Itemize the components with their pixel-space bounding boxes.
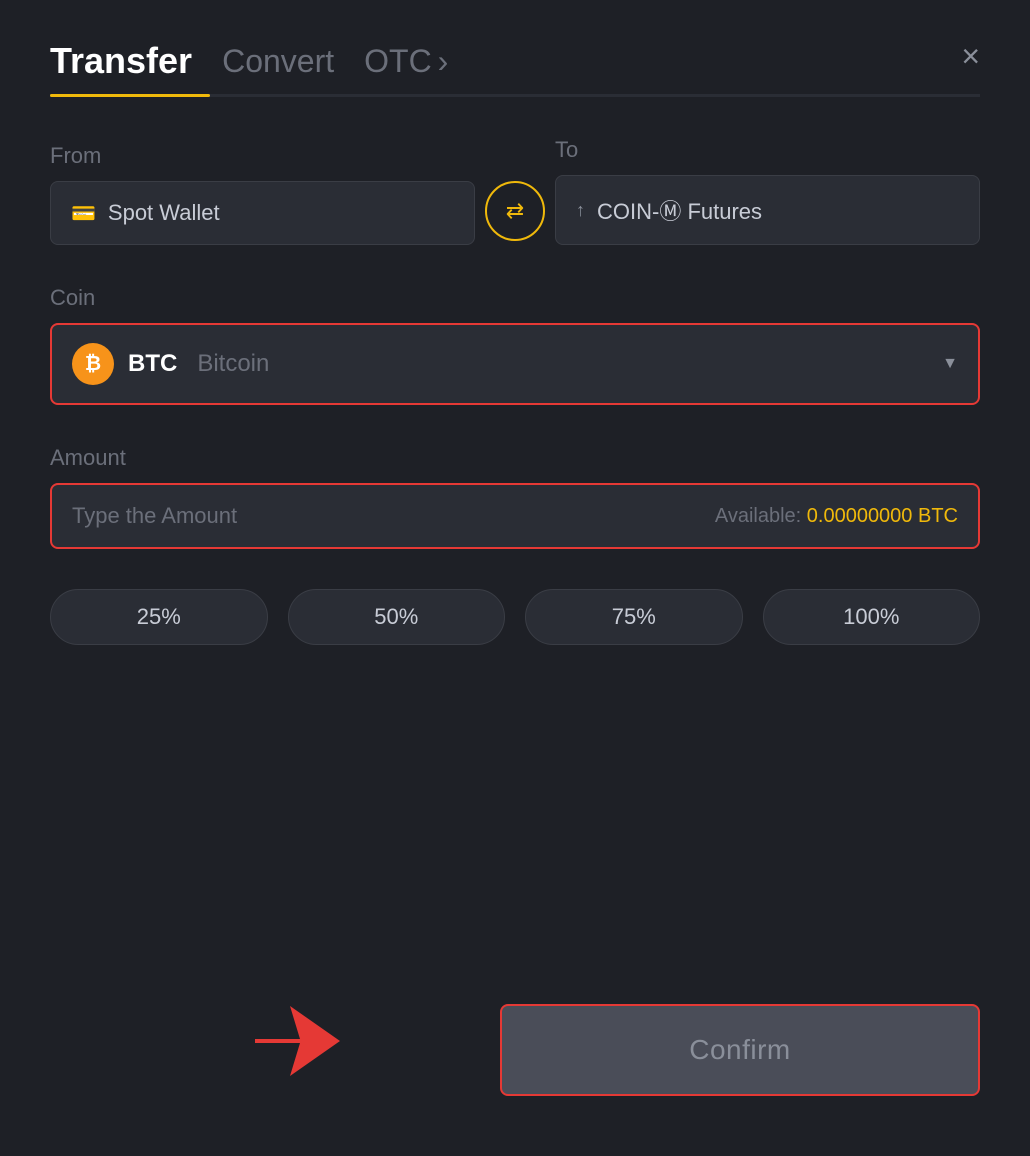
from-wallet-selector[interactable]: 💳 Spot Wallet	[50, 181, 475, 245]
coin-symbol: BTC	[128, 350, 177, 378]
to-wallet-name: COIN-Ⓜ Futures	[597, 194, 762, 226]
confirm-button[interactable]: Confirm	[500, 1004, 980, 1096]
close-button[interactable]: ×	[961, 40, 980, 72]
amount-input[interactable]	[72, 503, 705, 529]
coin-full-name: Bitcoin	[197, 350, 269, 378]
amount-section: Amount Available: 0.00000000 BTC	[50, 445, 980, 549]
btc-icon: ₿	[72, 343, 114, 385]
wallet-icon: 💳	[71, 201, 96, 226]
swap-wrapper: ⇄	[475, 181, 555, 245]
from-wallet-name: Spot Wallet	[108, 200, 220, 226]
tab-transfer[interactable]: Transfer	[50, 40, 192, 82]
swap-button[interactable]: ⇄	[485, 181, 545, 241]
futures-icon: ↑	[576, 200, 585, 221]
percent-buttons: 25% 50% 75% 100%	[50, 589, 980, 645]
arrow-indicator	[250, 1001, 350, 1086]
percent-100-button[interactable]: 100%	[763, 589, 981, 645]
transfer-modal: Transfer Convert OTC › × From 💳 Spot Wal…	[0, 0, 1030, 1156]
swap-icon: ⇄	[506, 198, 524, 224]
percent-50-button[interactable]: 50%	[288, 589, 506, 645]
to-wallet-selector[interactable]: ↑ COIN-Ⓜ Futures	[555, 175, 980, 245]
modal-header: Transfer Convert OTC › ×	[50, 40, 980, 82]
available-value: 0.00000000 BTC	[807, 505, 958, 527]
tab-otc[interactable]: OTC ›	[364, 43, 448, 80]
from-to-section: From 💳 Spot Wallet ⇄ To ↑ COIN-Ⓜ Futures	[50, 137, 980, 245]
to-block: To ↑ COIN-Ⓜ Futures	[555, 137, 980, 245]
bottom-section: Confirm	[50, 1004, 980, 1096]
coin-label: Coin	[50, 285, 95, 310]
tab-convert[interactable]: Convert	[222, 43, 334, 80]
chevron-down-icon: ▼	[942, 355, 958, 373]
percent-75-button[interactable]: 75%	[525, 589, 743, 645]
amount-box: Available: 0.00000000 BTC	[50, 483, 980, 549]
to-label: To	[555, 137, 980, 163]
amount-label: Amount	[50, 445, 126, 470]
from-label: From	[50, 143, 475, 169]
coin-section: Coin ₿ BTC Bitcoin ▼	[50, 285, 980, 405]
from-block: From 💳 Spot Wallet	[50, 143, 475, 245]
tab-underline	[50, 94, 980, 97]
coin-selector[interactable]: ₿ BTC Bitcoin ▼	[50, 323, 980, 405]
percent-25-button[interactable]: 25%	[50, 589, 268, 645]
available-text: Available: 0.00000000 BTC	[715, 505, 958, 528]
